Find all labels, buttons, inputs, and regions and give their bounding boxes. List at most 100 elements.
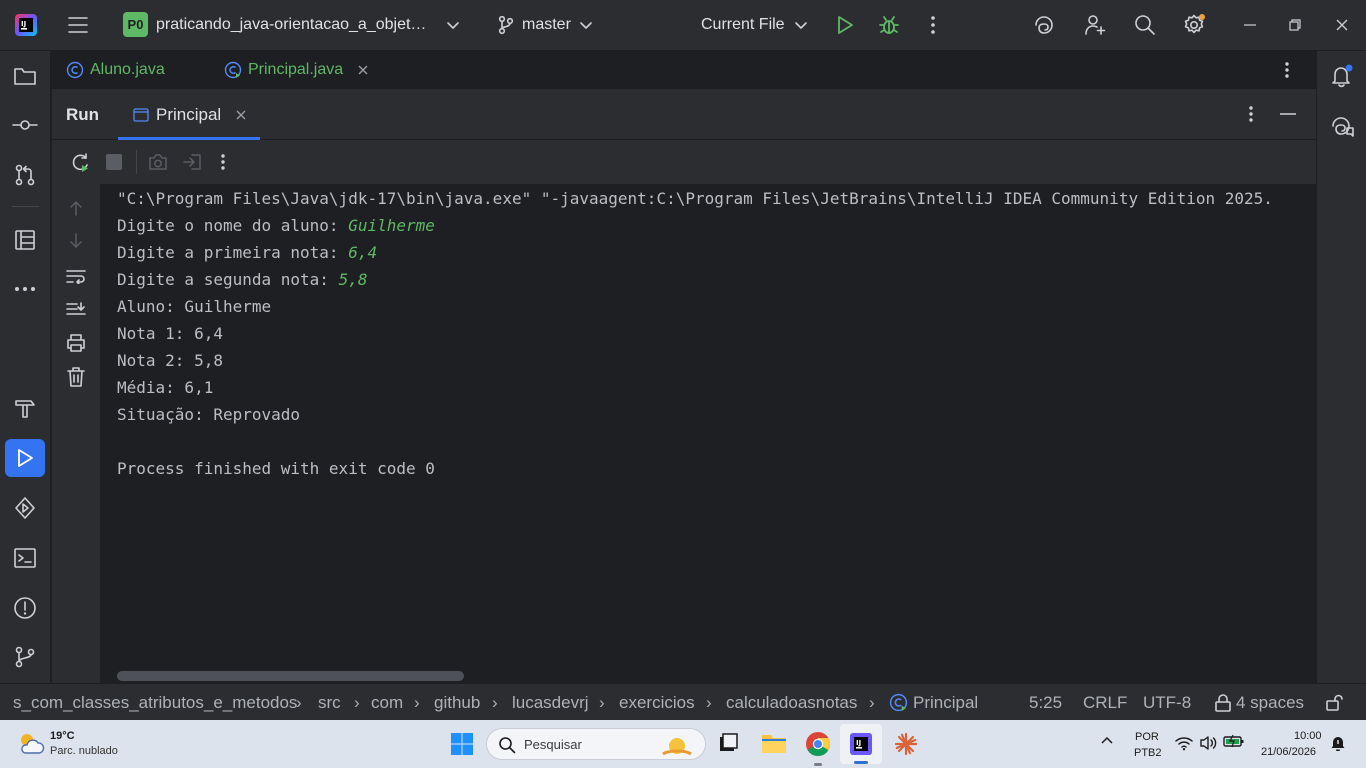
tab-aluno-java[interactable]: Aluno.java: [66, 51, 165, 89]
soft-wrap-icon[interactable]: [64, 264, 88, 288]
run-icon[interactable]: [834, 13, 856, 37]
console-line: Nota 2: 5,8: [117, 351, 223, 370]
problems-icon[interactable]: [5, 589, 45, 627]
notification-center-bell-icon[interactable]: [1331, 735, 1347, 753]
breadcrumb-calculadoasnotas[interactable]: calculadoasnotas: [726, 684, 857, 721]
screenshot-camera-icon[interactable]: [147, 152, 169, 174]
terminal-icon[interactable]: [5, 539, 45, 577]
weather-description: Parc. nublado: [50, 745, 118, 757]
run-panel-options-icon[interactable]: [1248, 104, 1260, 124]
restore-icon[interactable]: [1285, 14, 1305, 36]
file-explorer-icon[interactable]: [761, 732, 787, 756]
line-separator[interactable]: CRLF: [1083, 684, 1127, 721]
app-open-indicator: [814, 763, 822, 766]
run-panel-header: Run Principal: [52, 89, 1316, 140]
tab-principal-java[interactable]: Principal.java: [224, 51, 369, 89]
close-window-icon[interactable]: [1332, 14, 1352, 36]
run-toolbar: [52, 140, 1316, 184]
close-tab-icon[interactable]: [235, 109, 247, 121]
print-icon[interactable]: [64, 331, 88, 355]
clock-time[interactable]: 10:00: [1294, 730, 1322, 742]
structure-icon[interactable]: [5, 221, 45, 259]
stop-icon[interactable]: [106, 154, 122, 170]
clock-date[interactable]: 21/06/2026: [1261, 746, 1316, 758]
ai-assistant-icon[interactable]: [1031, 12, 1057, 38]
pull-requests-icon[interactable]: [5, 156, 45, 194]
keyboard-layout[interactable]: PTB2: [1134, 747, 1162, 759]
project-name-dropdown[interactable]: praticando_java-orientacao_a_objet…: [156, 14, 426, 36]
search-icon[interactable]: [1132, 12, 1158, 38]
add-user-icon[interactable]: [1082, 12, 1108, 38]
toolbar-more-icon[interactable]: [220, 152, 230, 172]
minimize-icon[interactable]: [1240, 14, 1260, 36]
search-highlight-icon: [662, 738, 692, 756]
intellij-logo-icon[interactable]: IJ: [14, 13, 38, 37]
run-config-dropdown[interactable]: Current File: [701, 14, 785, 36]
user-input: Guilherme: [348, 216, 435, 235]
horizontal-scrollbar[interactable]: [117, 671, 464, 681]
console-side-tools: [52, 184, 100, 683]
main-menu-icon[interactable]: [66, 13, 90, 37]
breadcrumb-com[interactable]: com: [371, 684, 403, 721]
show-hidden-icons-chevron[interactable]: [1100, 736, 1116, 752]
build-hammer-icon[interactable]: [5, 389, 45, 427]
tab-label: Aluno.java: [90, 61, 165, 78]
left-tool-stripe: [0, 51, 51, 683]
task-view-icon[interactable]: [717, 732, 741, 756]
tabs-more-icon[interactable]: [1284, 60, 1296, 80]
volume-icon[interactable]: [1199, 735, 1217, 753]
breadcrumb-module[interactable]: s_com_classes_atributos_e_metodos: [13, 684, 297, 721]
breadcrumb-src[interactable]: src: [318, 684, 341, 721]
chevron-down-icon[interactable]: [444, 16, 462, 34]
services-icon[interactable]: [5, 489, 45, 527]
notifications-bell-icon[interactable]: [1323, 57, 1361, 95]
caret-position[interactable]: 5:25: [1029, 684, 1062, 721]
git-icon[interactable]: [5, 638, 45, 676]
console-line: Digite a primeira nota: 6,4: [117, 243, 378, 262]
git-branch-icon[interactable]: [496, 14, 516, 36]
run-panel-title: Run: [66, 105, 100, 124]
scroll-up-arrow-icon[interactable]: [64, 196, 88, 220]
battery-charging-icon[interactable]: [1223, 734, 1245, 752]
clear-trash-icon[interactable]: [64, 365, 88, 389]
ai-chat-icon[interactable]: [1323, 107, 1361, 145]
more-actions-icon[interactable]: [922, 13, 944, 37]
breadcrumb-chevron-icon: ›: [869, 693, 875, 712]
scroll-to-end-icon[interactable]: [64, 297, 88, 321]
windows-start-icon[interactable]: [450, 732, 474, 756]
console-line: Process finished with exit code 0: [117, 459, 435, 478]
project-folder-icon[interactable]: [5, 57, 45, 95]
console-output[interactable]: "C:\Program Files\Java\jdk-17\bin\java.e…: [100, 184, 1316, 683]
wifi-icon[interactable]: [1175, 735, 1193, 753]
java-runnable-class-icon: [224, 61, 242, 79]
chevron-down-icon[interactable]: [578, 16, 594, 34]
settings-gear-icon[interactable]: [1181, 12, 1207, 38]
title-bar: IJ P0 praticando_java-orientacao_a_objet…: [0, 0, 1366, 51]
breadcrumb-lucasdevrj[interactable]: lucasdevrj: [512, 684, 589, 721]
close-tab-icon[interactable]: [357, 64, 369, 76]
more-tools-icon[interactable]: [5, 270, 45, 308]
breadcrumb-exercicios[interactable]: exercicios: [619, 684, 695, 721]
hide-panel-icon[interactable]: [1280, 105, 1298, 123]
indent-setting[interactable]: 4 spaces: [1236, 684, 1304, 721]
git-branch-dropdown[interactable]: master: [522, 14, 571, 36]
scroll-down-arrow-icon[interactable]: [64, 229, 88, 253]
breadcrumb-principal[interactable]: Principal: [913, 684, 978, 721]
keyboard-language[interactable]: POR: [1135, 731, 1159, 743]
chevron-down-icon[interactable]: [793, 16, 809, 34]
claude-app-icon[interactable]: [894, 732, 920, 758]
chrome-browser-icon[interactable]: [805, 731, 831, 766]
taskbar-search-box[interactable]: Pesquisar: [486, 728, 706, 760]
read-only-lock-icon[interactable]: [1325, 694, 1343, 712]
breadcrumb-github[interactable]: github: [434, 684, 480, 721]
weather-cloud-sun-icon[interactable]: [16, 729, 46, 759]
debug-icon[interactable]: [877, 13, 901, 37]
exit-restore-icon[interactable]: [182, 152, 204, 174]
run-tool-window-icon[interactable]: [5, 439, 45, 477]
tab-principal-run[interactable]: Principal: [118, 89, 260, 140]
status-bar: s_com_classes_atributos_e_metodos › src …: [0, 683, 1366, 720]
rerun-icon[interactable]: [69, 152, 91, 174]
file-encoding[interactable]: UTF-8: [1143, 684, 1191, 721]
commit-icon[interactable]: [5, 106, 45, 144]
intellij-taskbar-button[interactable]: IJ: [840, 724, 882, 764]
